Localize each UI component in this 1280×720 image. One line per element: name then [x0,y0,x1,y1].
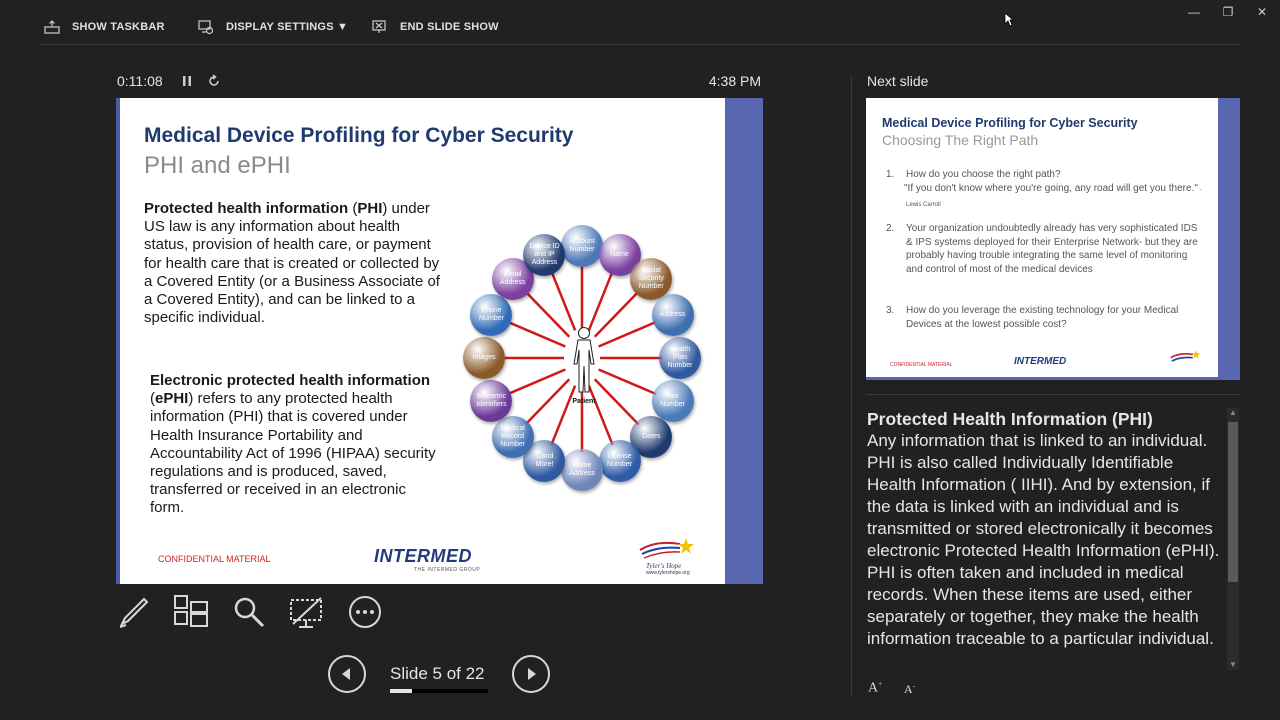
end-show-icon [372,20,386,33]
slide-left-accent [116,98,120,584]
diagram-node: Account Number [561,225,603,267]
end-slide-show-button[interactable]: END SLIDE SHOW [372,14,499,40]
display-settings-icon [198,20,214,35]
restore-button[interactable]: ❐ [1218,4,1238,20]
next-slide-right-accent [1218,98,1240,380]
diagram-node: Images [463,337,505,379]
panel-divider [851,76,852,696]
close-button[interactable]: ✕ [1252,4,1272,20]
slide-right-accent [725,98,763,584]
diagram-node: Social Security Number [630,257,673,300]
intermed-logo-tagline: THE INTERMED GROUP [414,567,481,573]
diagram-node: Device ID and IP Address [523,233,566,276]
show-taskbar-button[interactable]: SHOW TASKBAR [44,14,165,40]
speaker-notes[interactable]: Protected Health Information (PHI) Any i… [867,408,1223,670]
next-slide-subtitle: Choosing The Right Path [882,132,1039,148]
diagram-spoke [507,368,566,396]
previous-slide-button[interactable] [328,655,366,693]
current-slide[interactable]: Medical Device Profiling for Cyber Secur… [116,98,763,584]
diagram-node: Medical Record Number [491,416,534,459]
diagram-node: Home Address [561,449,603,491]
decrease-font-button[interactable]: A- [904,682,915,697]
next-arrow-icon [528,668,536,680]
black-screen-icon[interactable] [289,594,325,630]
patient-label: Patient [572,398,596,405]
slide-title: Medical Device Profiling for Cyber Secur… [144,124,574,147]
next-slide-bottom-accent [866,377,1240,380]
diagram-spoke [598,368,657,396]
restart-timer-icon[interactable] [207,74,221,88]
next-slide-preview[interactable]: Medical Device Profiling for Cyber Secur… [866,98,1240,380]
diagram-node: Fax Number [651,379,694,422]
previous-arrow-icon [342,668,350,680]
minimize-button[interactable]: — [1184,4,1204,20]
slide-counter[interactable]: Slide 5 of 22 [390,664,485,684]
svg-text:Tyler's Hope: Tyler's Hope [646,562,681,570]
notes-scrollbar[interactable]: ▲ ▼ [1227,408,1239,670]
notes-title: Protected Health Information (PHI) [867,409,1153,429]
pause-icon[interactable] [180,74,194,88]
see-all-slides-icon[interactable] [173,594,209,630]
taskbar-icon [44,20,60,34]
next-slide-label: Next slide [867,73,929,89]
slide-progress-fill [390,689,413,693]
current-time: 4:38 PM [708,73,761,89]
diagram-node: Address [651,294,694,337]
diagram-node: License Number [598,440,641,483]
show-taskbar-label: SHOW TASKBAR [72,21,165,33]
next-slide-intermed-logo: INTERMED [1014,356,1067,367]
increase-font-button[interactable]: A+ [868,680,882,697]
next-slide-button[interactable] [512,655,550,693]
phi-identifiers-diagram: Patient Account Number Name Social Securit… [458,218,718,500]
display-settings-label: DISPLAY SETTINGS ▼ [226,21,349,33]
diagram-spoke [507,320,566,348]
elapsed-timer: 0:11:08 [117,73,163,89]
end-slide-show-label: END SLIDE SHOW [400,21,499,33]
slide-subtitle: PHI and ePHI [144,152,291,179]
scrollbar-thumb[interactable] [1228,422,1238,582]
pen-icon[interactable] [116,594,152,630]
scroll-up-icon[interactable]: ▲ [1227,408,1239,418]
diagram-node: Biometric Identifiers [470,379,513,422]
patient-figure-icon [573,327,595,393]
top-divider [40,44,1240,45]
diagram-node: Health Plan Number [659,337,701,379]
scroll-down-icon[interactable]: ▼ [1227,660,1239,670]
notes-body: Any information that is linked to an ind… [867,431,1220,648]
next-slide-title: Medical Device Profiling for Cyber Secur… [882,116,1138,130]
next-slide-confidential: CONFIDENTIAL MATERIAL [890,362,953,368]
phi-definition: Protected health information (PHI) under… [144,200,440,327]
slide-progress-bar [390,689,488,693]
intermed-logo: INTERMED [374,546,472,566]
notes-divider [866,394,1240,395]
ephi-definition: Electronic protected health information … [150,372,436,517]
confidential-footer: CONFIDENTIAL MATERIAL [158,554,271,564]
zoom-icon[interactable] [231,594,267,630]
more-options-icon[interactable] [347,594,383,630]
tylers-hope-url: www.tylershope.org [646,570,690,576]
diagram-spoke [598,320,657,348]
mouse-cursor-icon [1004,12,1014,27]
display-settings-button[interactable]: DISPLAY SETTINGS ▼ [198,14,348,40]
next-slide-tylers-hope-logo [1170,350,1201,362]
